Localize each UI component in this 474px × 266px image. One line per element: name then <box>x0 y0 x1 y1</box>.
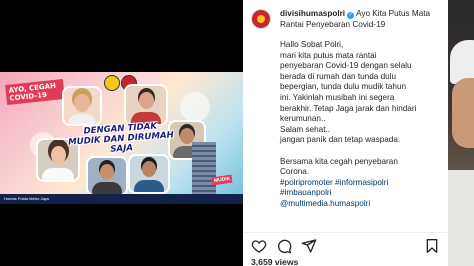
bookmark-icon[interactable] <box>424 238 440 254</box>
poster-slogan: DENGAN TIDAK MUDIK DAN DIRUMAH SAJA <box>67 121 175 155</box>
campaign-poster: AYO, CEGAH COVID-19 DENGAN TIDAK MUDIK D… <box>0 72 243 204</box>
caption-line: Hallo Sobat Polri, <box>280 40 344 49</box>
share-icon[interactable] <box>301 238 317 254</box>
post-sidebar: divisihumaspolri ✓ Ayo Kita Putus Mata Ran… <box>243 0 448 266</box>
mention-link[interactable]: @multimedia.humaspolri <box>280 199 445 210</box>
caption-head: divisihumaspolri ✓ Ayo Kita Putus Mata Ran… <box>280 9 440 30</box>
participant-tile-2 <box>124 84 168 126</box>
poster-footer: Humas Polda Metro Jaya <box>0 194 243 204</box>
username-link[interactable]: divisihumaspolri <box>280 9 345 18</box>
action-bar <box>243 232 448 257</box>
caption-line: Corona. <box>280 167 310 177</box>
participant-tile-5 <box>128 154 170 194</box>
post-media[interactable]: AYO, CEGAH COVID-19 DENGAN TIDAK MUDIK D… <box>0 0 243 266</box>
participant-tile-1 <box>62 86 102 126</box>
caption-line: berakhir. Tetap Jaga jarak dan hindari <box>280 103 417 113</box>
caption-line: kerumunan.. <box>280 114 326 124</box>
verified-icon: ✓ <box>347 12 355 19</box>
hashtag-link[interactable]: #polripromoter #informasipolri <box>280 178 445 189</box>
caption-line: Salam sehat.. <box>280 124 331 134</box>
participant-tile-4 <box>86 156 128 196</box>
heart-icon[interactable] <box>251 238 267 254</box>
caption-line: bepergian, tunda dulu mudik tahun <box>280 82 407 92</box>
hashtag-link[interactable]: #imbauanpolri <box>280 188 445 199</box>
avatar[interactable] <box>251 9 271 29</box>
caption-line: berada di rumah dan tunda dulu <box>280 71 397 81</box>
caption-line: jangan panik dan tetap waspada. <box>280 135 401 145</box>
caption-line: ini. Yakinlah musibah ini segera <box>280 92 395 102</box>
background-video-strip <box>448 0 474 266</box>
post-header: divisihumaspolri ✓ Ayo Kita Putus Mata Ran… <box>243 0 448 38</box>
view-count[interactable]: 3,659 views <box>251 257 298 266</box>
police-logo-icon <box>104 75 120 91</box>
poster-tag: MUDIK <box>211 174 233 186</box>
poster-title: AYO, CEGAH COVID-19 <box>5 79 65 105</box>
comment-icon[interactable] <box>276 238 292 254</box>
caption-line: Bersama kita cegah penyebaran <box>280 156 398 166</box>
tower-illustration <box>192 142 216 198</box>
caption-line: mari kita putus mata rantai <box>280 50 377 60</box>
caption-body: Hallo Sobat Polri, mari kita putus mata … <box>280 40 445 210</box>
caption-line: penyebaran Covid-19 dengan selalu <box>280 61 412 71</box>
